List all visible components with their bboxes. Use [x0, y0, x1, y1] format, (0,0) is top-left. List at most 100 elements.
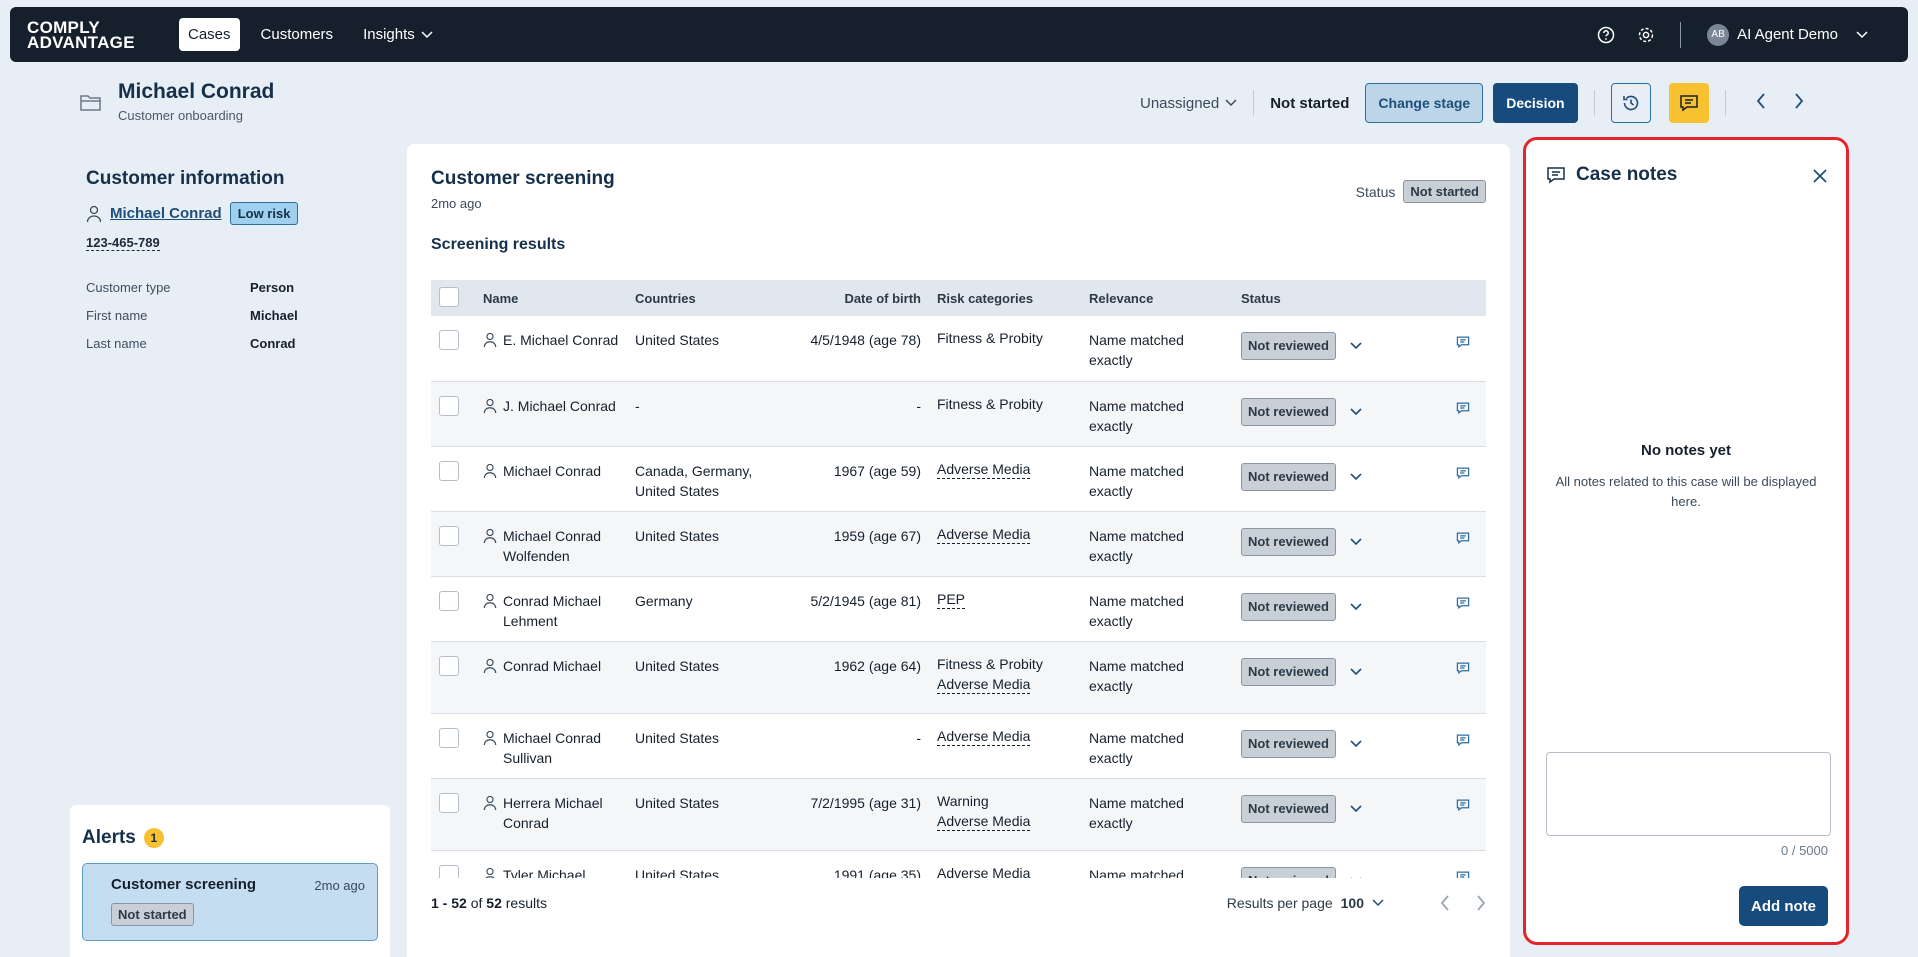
comment-icon[interactable] [1456, 596, 1470, 610]
person-icon [484, 867, 496, 878]
customer-id[interactable]: 123-465-789 [86, 235, 160, 251]
previous-case-button[interactable] [1742, 92, 1780, 114]
nav-customers[interactable]: Customers [252, 18, 343, 51]
status-badge[interactable]: Not reviewed [1241, 657, 1336, 686]
status-badge[interactable]: Not reviewed [1241, 462, 1336, 491]
col-status[interactable]: Status [1233, 280, 1403, 316]
row-checkbox[interactable] [439, 792, 459, 813]
chevron-down-icon[interactable] [1350, 407, 1362, 416]
next-case-button[interactable] [1780, 92, 1818, 114]
comment-icon[interactable] [1456, 401, 1470, 415]
risk-category: Fitness & Probity [937, 655, 1043, 672]
table-row[interactable]: Conrad Michael United States 1962 (age 64)… [431, 641, 1486, 713]
user-name[interactable]: AI Agent Demo [1737, 26, 1838, 43]
comment-icon[interactable] [1456, 733, 1470, 747]
table-row[interactable]: E. Michael Conrad United States 4/5/1948 (… [431, 316, 1486, 381]
match-name[interactable]: Michael Conrad Wolfenden [503, 526, 619, 566]
match-name[interactable]: E. Michael Conrad [503, 330, 618, 350]
avatar[interactable]: AB [1707, 23, 1730, 46]
chevron-down-icon[interactable] [1350, 602, 1362, 611]
notes-toggle-button[interactable] [1668, 83, 1709, 123]
risk-category[interactable]: Adverse Media [937, 812, 1031, 831]
match-name[interactable]: J. Michael Conrad [503, 396, 616, 416]
row-checkbox[interactable] [439, 864, 459, 878]
chevron-down-icon[interactable] [1350, 667, 1362, 676]
decision-button[interactable]: Decision [1493, 83, 1578, 123]
chevron-down-icon[interactable] [1350, 876, 1362, 879]
customer-name-link[interactable]: Michael Conrad [110, 205, 222, 222]
row-checkbox[interactable] [439, 330, 459, 350]
col-countries[interactable]: Countries [627, 280, 777, 316]
row-checkbox[interactable] [439, 395, 459, 416]
comment-icon[interactable] [1456, 798, 1470, 812]
table-row[interactable]: Michael Conrad Canada, Germany, United St… [431, 446, 1486, 511]
row-checkbox[interactable] [439, 460, 459, 481]
row-checkbox[interactable] [439, 590, 459, 611]
status-badge[interactable]: Not reviewed [1241, 527, 1336, 556]
change-stage-button[interactable]: Change stage [1365, 83, 1484, 123]
risk-category[interactable]: Adverse Media [937, 675, 1031, 694]
row-checkbox[interactable] [439, 727, 459, 748]
status-badge[interactable]: Not reviewed [1241, 729, 1336, 758]
next-page-icon[interactable] [1476, 895, 1486, 911]
match-name[interactable]: Herrera Michael Conrad [503, 793, 619, 833]
status-badge[interactable]: Not reviewed [1241, 332, 1336, 360]
chevron-down-icon[interactable] [1350, 342, 1362, 350]
nav-insights[interactable]: Insights [354, 18, 442, 51]
row-checkbox[interactable] [439, 655, 459, 676]
row-checkbox[interactable] [439, 525, 459, 546]
select-all-checkbox[interactable] [439, 286, 459, 307]
comment-icon[interactable] [1456, 335, 1470, 349]
logo[interactable]: COMPLY ADVANTAGE [27, 19, 167, 51]
risk-category[interactable]: Adverse Media [937, 525, 1031, 544]
results-table[interactable]: Name Countries Date of birth Risk catego… [431, 280, 1486, 878]
add-note-button[interactable]: Add note [1739, 886, 1828, 926]
chevron-down-icon[interactable] [1856, 30, 1868, 39]
gear-icon[interactable] [1626, 7, 1666, 62]
col-relevance[interactable]: Relevance [1081, 280, 1233, 316]
status-badge[interactable]: Not reviewed [1241, 397, 1336, 426]
assignee-dropdown[interactable]: Unassigned [1140, 95, 1237, 112]
prev-page-icon[interactable] [1440, 895, 1450, 911]
risk-category[interactable]: Adverse Media [937, 727, 1031, 746]
comment-icon[interactable] [1456, 466, 1470, 480]
chevron-down-icon[interactable] [1372, 899, 1384, 907]
table-row[interactable]: Michael Conrad Sullivan United States - Adv… [431, 713, 1486, 778]
chevron-down-icon[interactable] [1350, 537, 1362, 546]
comment-icon[interactable] [1456, 661, 1470, 675]
chevron-down-icon[interactable] [1350, 804, 1362, 813]
note-input[interactable] [1546, 752, 1831, 836]
risk-category[interactable]: PEP [937, 590, 966, 609]
status-badge[interactable]: Not reviewed [1241, 592, 1336, 621]
col-name[interactable]: Name [475, 280, 627, 316]
table-row[interactable]: Michael Conrad Wolfenden United States 195… [431, 511, 1486, 576]
rpp-select[interactable]: 100 [1341, 895, 1364, 911]
alert-card[interactable]: Customer screening 2mo ago Not started [82, 863, 378, 941]
comment-icon[interactable] [1456, 531, 1470, 545]
match-name[interactable]: Tyler Michael [503, 865, 585, 879]
match-name[interactable]: Michael Conrad Sullivan [503, 728, 619, 768]
table-row[interactable]: Conrad Michael Lehment Germany 5/2/1945 (a… [431, 576, 1486, 641]
match-name[interactable]: Conrad Michael [503, 656, 601, 676]
comment-icon [1679, 95, 1698, 112]
chevron-down-icon[interactable] [1350, 739, 1362, 748]
history-button[interactable] [1610, 83, 1651, 123]
help-icon[interactable] [1586, 7, 1626, 62]
chevron-down-icon[interactable] [1350, 472, 1362, 481]
col-risk[interactable]: Risk categories [929, 280, 1081, 316]
comment-icon[interactable] [1456, 870, 1470, 879]
table-row[interactable]: J. Michael Conrad - - Fitness & Probity Name… [431, 381, 1486, 446]
screening-title: Customer screening [431, 168, 615, 189]
risk-category[interactable]: Adverse Media [937, 864, 1030, 879]
match-name[interactable]: Michael Conrad [503, 461, 601, 481]
status-badge[interactable]: Not reviewed [1241, 866, 1336, 878]
close-notes-button[interactable] [1812, 168, 1828, 189]
match-name[interactable]: Conrad Michael Lehment [503, 591, 619, 631]
status-badge[interactable]: Not reviewed [1241, 794, 1336, 823]
risk-category[interactable]: Adverse Media [937, 460, 1031, 479]
match-countries: Canada, Germany, United States [635, 462, 753, 499]
nav-cases[interactable]: Cases [179, 18, 240, 51]
table-row[interactable]: Herrera Michael Conrad United States 7/2/1… [431, 778, 1486, 850]
table-row[interactable]: Tyler Michael United States 1991 (age 35) A… [431, 850, 1486, 878]
col-dob[interactable]: Date of birth [777, 280, 929, 316]
